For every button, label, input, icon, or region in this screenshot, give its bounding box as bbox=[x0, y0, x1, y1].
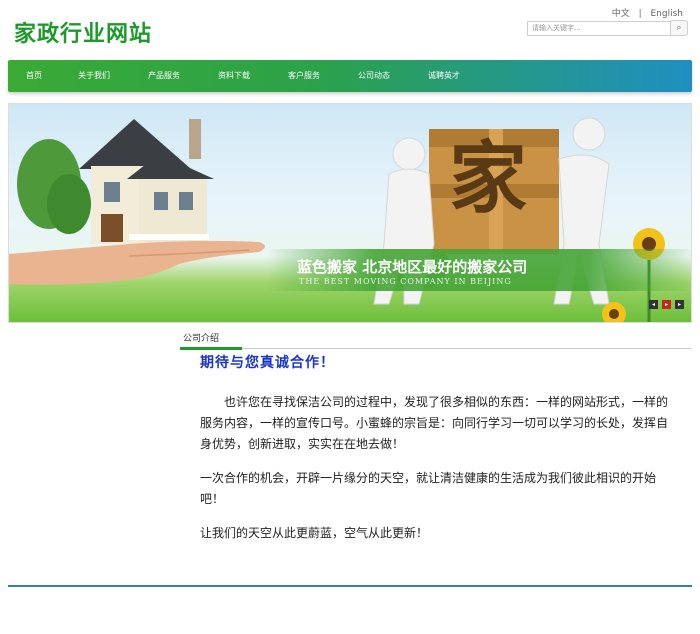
banner-prev-button[interactable]: ◂ bbox=[649, 300, 658, 309]
tab-company-intro[interactable]: 公司介绍 bbox=[183, 331, 219, 344]
chevron-left-icon: ◂ bbox=[651, 301, 655, 308]
nav-item-home[interactable]: 首页 bbox=[26, 60, 42, 92]
nav-item-about[interactable]: 关于我们 bbox=[78, 60, 110, 92]
banner-box-character: 家 bbox=[449, 133, 528, 224]
banner-title: 蓝色搬家 北京地区最好的搬家公司 bbox=[297, 258, 528, 276]
article-paragraph: 一次合作的机会，开辟一片缘分的天空，就让清洁健康的生活成为我们彼此相识的开始吧！ bbox=[200, 471, 657, 506]
play-icon: ▸ bbox=[664, 301, 668, 308]
main-nav: 首页 关于我们 产品服务 资料下载 客户服务 公司动态 诚聘英才 bbox=[8, 60, 692, 92]
site-title[interactable]: 家政行业网站 bbox=[14, 16, 152, 48]
header: 家政行业网站 中文 | English 请输入关键字... ⌕ bbox=[0, 0, 700, 60]
lang-separator: | bbox=[638, 9, 642, 19]
nav-item-news[interactable]: 公司动态 bbox=[358, 60, 390, 92]
search-input[interactable]: 请输入关键字... bbox=[527, 21, 674, 36]
nav-item-downloads[interactable]: 资料下载 bbox=[218, 60, 250, 92]
chevron-right-icon: ▸ bbox=[677, 301, 681, 308]
nav-item-products[interactable]: 产品服务 bbox=[148, 60, 180, 92]
active-tab-indicator bbox=[180, 347, 242, 350]
article-paragraph: 也许您在寻找保洁公司的过程中，发现了很多相似的东西：一样的网站形式，一样的服务内… bbox=[200, 395, 669, 451]
search-button[interactable]: ⌕ bbox=[670, 20, 688, 36]
article-paragraph: 让我们的天空从此更蔚蓝，空气从此更新！ bbox=[200, 526, 429, 540]
lang-english-link[interactable]: English bbox=[651, 9, 684, 19]
nav-item-careers[interactable]: 诚聘英才 bbox=[428, 60, 460, 92]
hero-banner[interactable]: 家 蓝色搬家 北京地区最好的搬家公司 THE BEST MOVING COMPA… bbox=[8, 103, 692, 323]
language-switcher: 中文 | English bbox=[609, 6, 686, 19]
banner-play-button[interactable]: ▸ bbox=[662, 300, 671, 309]
footer-divider bbox=[8, 585, 692, 587]
article-body: 也许您在寻找保洁公司的过程中，发现了很多相似的东西：一样的网站形式，一样的服务内… bbox=[200, 392, 670, 557]
article-title: 期待与您真诚合作！ bbox=[200, 355, 335, 371]
banner-subtitle: THE BEST MOVING COMPANY IN BEIJING bbox=[299, 277, 512, 286]
search-icon: ⌕ bbox=[676, 23, 682, 33]
banner-next-button[interactable]: ▸ bbox=[675, 300, 684, 309]
section-divider bbox=[180, 348, 692, 349]
nav-item-customer-service[interactable]: 客户服务 bbox=[288, 60, 320, 92]
lang-chinese-link[interactable]: 中文 bbox=[612, 9, 630, 19]
